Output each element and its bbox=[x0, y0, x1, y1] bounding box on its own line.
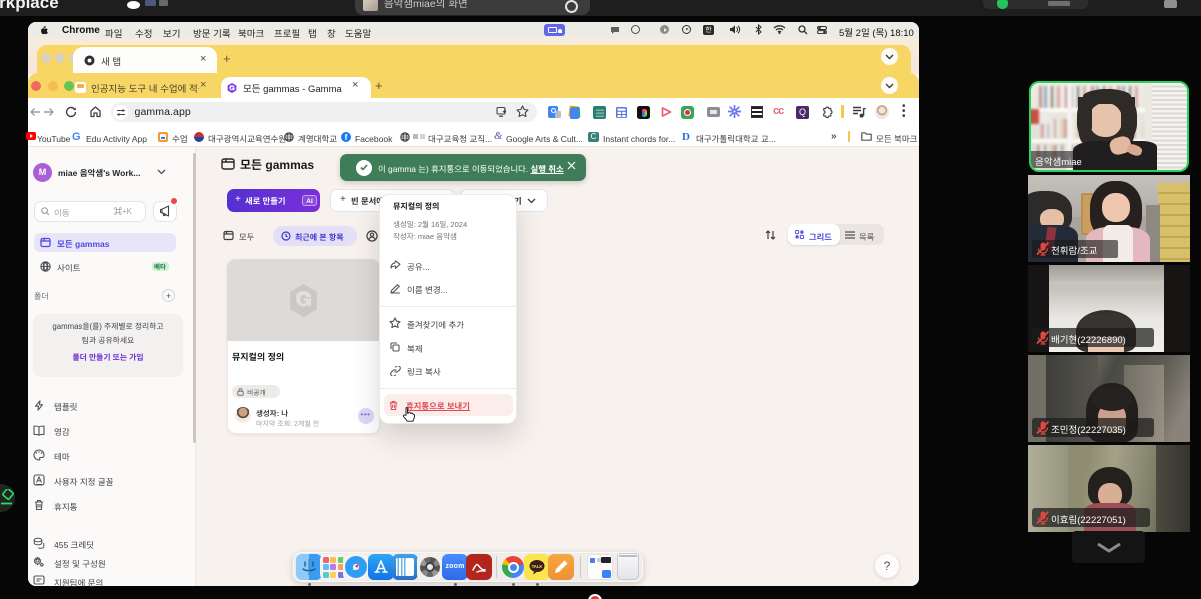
svg-text:TALK: TALK bbox=[532, 564, 543, 569]
